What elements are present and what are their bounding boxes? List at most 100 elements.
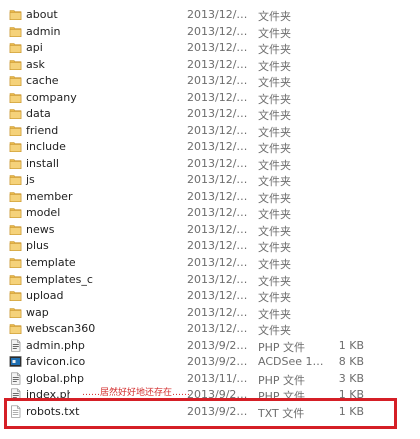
file-type: 文件夹: [258, 126, 291, 139]
file-row[interactable]: admin.php 2013/9/26 ... PHP 文件 1 KB: [0, 338, 420, 354]
file-type: 文件夹: [258, 76, 291, 89]
file-name: friend: [26, 124, 59, 137]
file-row[interactable]: company 2013/12/6 ... 文件夹: [0, 90, 420, 106]
file-date: 2013/12/6 ...: [187, 140, 250, 153]
folder-icon: [9, 273, 22, 286]
file-row[interactable]: upload 2013/12/26... 文件夹: [0, 288, 420, 304]
file-type: PHP 文件: [258, 341, 306, 354]
file-row[interactable]: admin 2013/12/6 ... 文件夹: [0, 24, 420, 40]
file-date: 2013/12/26...: [187, 41, 250, 54]
file-name: news: [26, 223, 55, 236]
file-date: 2013/12/26...: [187, 239, 250, 252]
folder-icon: [9, 306, 22, 319]
php-file-icon: [9, 339, 22, 352]
file-row[interactable]: include 2013/12/6 ... 文件夹: [0, 139, 420, 155]
file-row[interactable]: model 2013/12/6 ... 文件夹: [0, 205, 420, 221]
file-type: 文件夹: [258, 324, 291, 337]
file-name: include: [26, 140, 66, 153]
folder-icon: [9, 157, 22, 170]
folder-icon: [9, 173, 22, 186]
file-name: global.php: [26, 372, 84, 385]
file-name: cache: [26, 74, 59, 87]
file-name: plus: [26, 239, 49, 252]
file-date: 2013/12/6 ...: [187, 124, 250, 137]
file-name: templates_c: [26, 273, 93, 286]
file-date: 2013/12/6 ...: [187, 306, 250, 319]
file-type: 文件夹: [258, 258, 291, 271]
folder-icon: [9, 289, 22, 302]
file-row[interactable]: cache 2013/12/26... 文件夹: [0, 73, 420, 89]
file-row[interactable]: plus 2013/12/26... 文件夹: [0, 238, 420, 254]
highlight-box: [4, 398, 397, 429]
file-row[interactable]: js 2013/12/6 ... 文件夹: [0, 172, 420, 188]
file-name: wap: [26, 306, 49, 319]
file-name: upload: [26, 289, 64, 302]
file-row[interactable]: global.php 2013/11/8 ... PHP 文件 3 KB: [0, 371, 420, 387]
file-row[interactable]: about 2013/12/6 ... 文件夹: [0, 7, 420, 23]
folder-icon: [9, 41, 22, 54]
php-file-icon: [9, 372, 22, 385]
file-type: 文件夹: [258, 225, 291, 238]
file-name: webscan360: [26, 322, 96, 335]
file-type: 文件夹: [258, 60, 291, 73]
folder-icon: [9, 223, 22, 236]
file-type: 文件夹: [258, 175, 291, 188]
file-date: 2013/12/6 ...: [187, 157, 250, 170]
ico-file-icon: [9, 355, 22, 368]
file-name: ask: [26, 58, 45, 71]
folder-icon: [9, 107, 22, 120]
file-date: 2013/12/27...: [187, 273, 250, 286]
file-name: favicon.ico: [26, 355, 86, 368]
file-type: ACDSee 10....: [258, 355, 324, 368]
folder-icon: [9, 239, 22, 252]
file-name: company: [26, 91, 77, 104]
file-type: 文件夹: [258, 27, 291, 40]
file-size: 8 KB: [338, 355, 364, 368]
file-type: 文件夹: [258, 10, 291, 23]
folder-icon: [9, 140, 22, 153]
file-type: 文件夹: [258, 43, 291, 56]
file-row[interactable]: webscan360 2013/12/26... 文件夹: [0, 321, 420, 337]
file-type: 文件夹: [258, 291, 291, 304]
folder-icon: [9, 8, 22, 21]
file-row[interactable]: api 2013/12/26... 文件夹: [0, 40, 420, 56]
file-name: data: [26, 107, 51, 120]
file-type: 文件夹: [258, 109, 291, 122]
file-date: 2013/12/6 ...: [187, 91, 250, 104]
file-date: 2013/11/8 ...: [187, 372, 250, 385]
file-name: api: [26, 41, 43, 54]
file-date: 2013/12/6 ...: [187, 206, 250, 219]
file-name: admin.php: [26, 339, 85, 352]
file-row[interactable]: templates_c 2013/12/27... 文件夹: [0, 272, 420, 288]
file-name: member: [26, 190, 73, 203]
file-type: 文件夹: [258, 142, 291, 155]
file-type: 文件夹: [258, 208, 291, 221]
file-type: 文件夹: [258, 308, 291, 321]
file-date: 2013/12/6 ...: [187, 58, 250, 71]
file-row[interactable]: install 2013/12/6 ... 文件夹: [0, 156, 420, 172]
file-row[interactable]: favicon.ico 2013/9/26 ... ACDSee 10.... 8 K…: [0, 354, 420, 370]
file-date: 2013/12/26...: [187, 74, 250, 87]
folder-icon: [9, 91, 22, 104]
file-date: 2013/9/26 ...: [187, 355, 250, 368]
file-row[interactable]: member 2013/12/6 ... 文件夹: [0, 189, 420, 205]
folder-icon: [9, 25, 22, 38]
folder-icon: [9, 206, 22, 219]
file-row[interactable]: template 2013/12/26... 文件夹: [0, 255, 420, 271]
file-date: 2013/12/26...: [187, 256, 250, 269]
file-type: 文件夹: [258, 275, 291, 288]
file-name: install: [26, 157, 59, 170]
file-date: 2013/9/26 ...: [187, 339, 250, 352]
folder-icon: [9, 124, 22, 137]
file-date: 2013/12/26...: [187, 223, 250, 236]
file-date: 2013/12/6 ...: [187, 8, 250, 21]
file-date: 2013/12/6 ...: [187, 25, 250, 38]
file-row[interactable]: wap 2013/12/6 ... 文件夹: [0, 305, 420, 321]
file-size: 1 KB: [338, 339, 364, 352]
file-row[interactable]: news 2013/12/26... 文件夹: [0, 222, 420, 238]
file-date: 2013/12/6 ...: [187, 190, 250, 203]
file-type: 文件夹: [258, 241, 291, 254]
file-row[interactable]: data 2013/12/26... 文件夹: [0, 106, 420, 122]
file-row[interactable]: friend 2013/12/6 ... 文件夹: [0, 123, 420, 139]
file-row[interactable]: ask 2013/12/6 ... 文件夹: [0, 57, 420, 73]
